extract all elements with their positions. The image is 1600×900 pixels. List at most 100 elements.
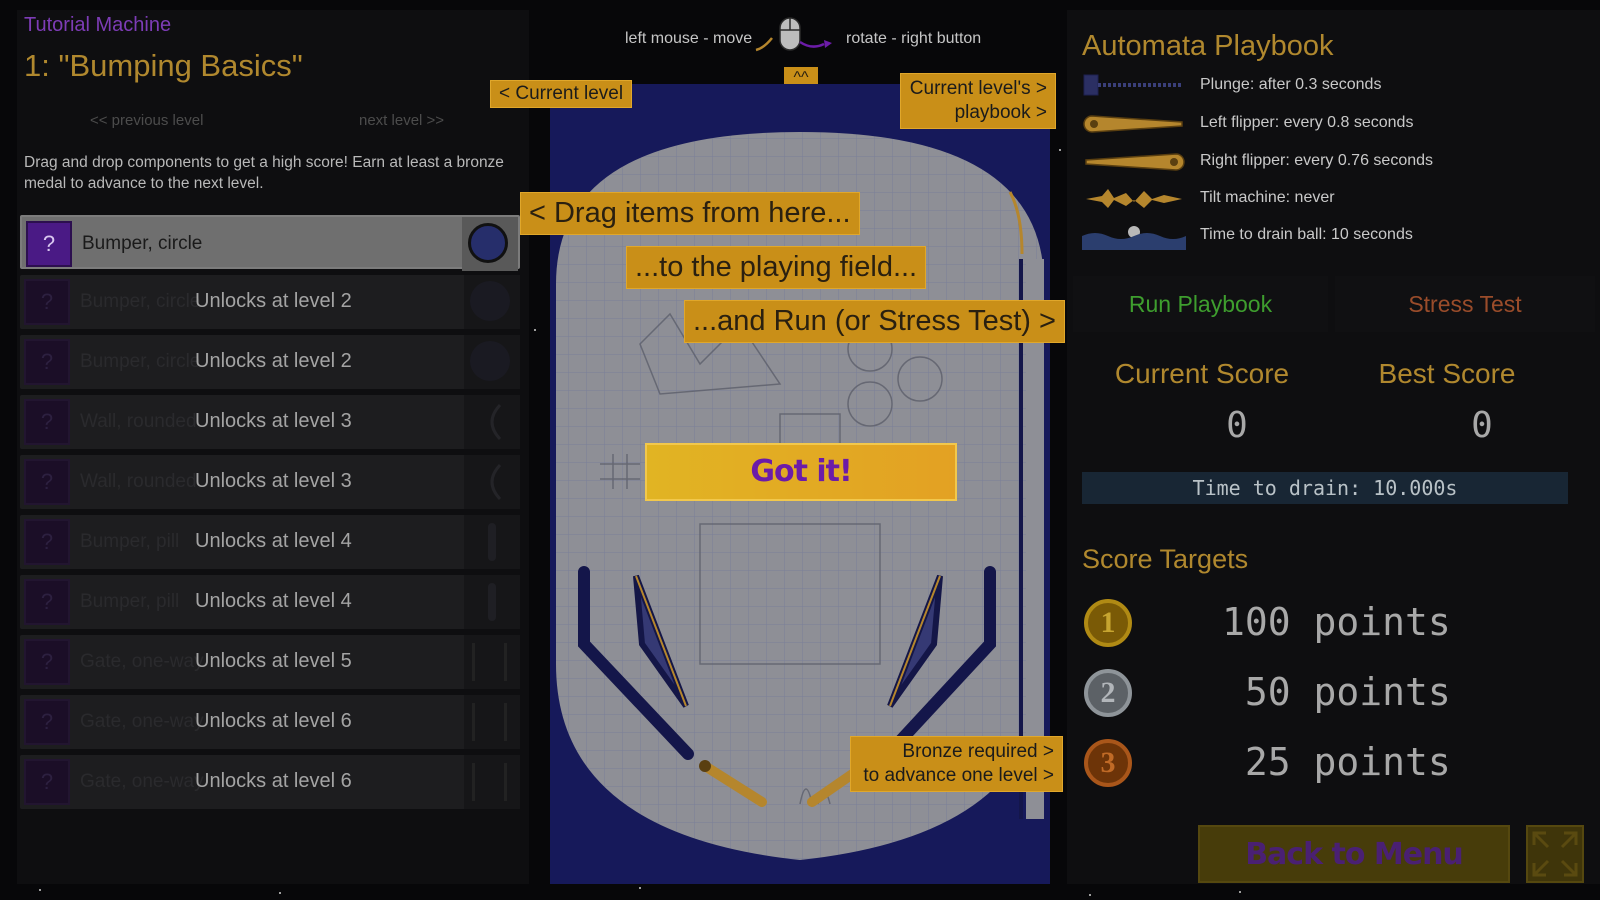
gold-medal-icon: 1 [1084,599,1132,647]
next-level-link[interactable]: next level >> [359,112,444,129]
unlock-text: Unlocks at level 2 [195,350,352,372]
unlock-text: Unlocks at level 4 [195,590,352,612]
gate-icon [472,763,507,801]
unknown-component-icon: ? [24,639,70,685]
component-name: Gate, one-way [80,651,204,672]
component-name: Wall, rounded [80,471,197,492]
bronze-hint-line-1: Bronze required > [902,741,1054,762]
unlock-text: Unlocks at level 3 [195,410,352,432]
unknown-component-icon: ? [24,759,70,805]
pill-bumper-icon [488,523,496,561]
component-name: Gate, one-way [80,711,204,732]
component-item-locked: ? Bumper, pill Unlocks at level 4 [20,515,520,569]
best-score-value: 0 [1471,405,1493,446]
unknown-component-icon: ? [24,699,70,745]
pill-bumper-icon [488,583,496,621]
component-name: Bumper, circle [80,291,201,312]
stress-test-button[interactable]: Stress Test [1335,276,1595,332]
unknown-component-icon: ? [24,399,70,445]
unknown-component-icon: ? [26,221,72,267]
playbook-hint: Current level's > playbook > [900,73,1056,129]
circle-bumper-icon [468,223,508,263]
component-preview [464,755,520,809]
component-preview [464,575,520,629]
component-preview [464,695,520,749]
unknown-component-icon: ? [24,519,70,565]
component-preview [464,395,520,449]
got-it-button[interactable]: Got it! [645,443,957,501]
machine-label: Tutorial Machine [24,14,172,36]
unlock-text: Unlocks at level 6 [195,710,352,732]
mouse-icon [755,17,832,52]
current-score-label: Current Score [1114,358,1290,389]
fullscreen-icon [1532,831,1578,877]
current-score-value: 0 [1226,405,1248,446]
circle-bumper-icon [470,281,510,321]
plunger-icon [1083,74,1182,96]
playbook-drain-text: Time to drain ball: 10 seconds [1200,226,1413,243]
playbook-left-flipper-text: Left flipper: every 0.8 seconds [1200,114,1414,131]
bronze-medal-icon: 3 [1084,739,1132,787]
unlock-text: Unlocks at level 6 [195,770,352,792]
best-score-label: Best Score [1378,358,1516,389]
playbook-title: Automata Playbook [1082,30,1334,62]
component-item-locked: ? Bumper, pill Unlocks at level 4 [20,575,520,629]
unknown-component-icon: ? [24,339,70,385]
right-mouse-hint: rotate - right button [846,30,982,47]
run-hint: ...and Run (or Stress Test) > [684,300,1065,343]
curved-wall-icon [490,463,502,501]
playbook-tilt-text: Tilt machine: never [1200,189,1335,206]
silver-target-points: 50 points [1222,670,1451,714]
unlock-text: Unlocks at level 3 [195,470,352,492]
component-name: Bumper, circle [82,233,203,254]
unknown-component-icon: ? [24,579,70,625]
right-flipper-icon [1085,153,1185,171]
bronze-hint: Bronze required > to advance one level > [850,736,1063,792]
left-flipper-icon [1083,115,1183,133]
component-item[interactable]: ? Bumper, circle [20,215,520,271]
circle-bumper-icon [470,341,510,381]
silver-medal-icon: 2 [1084,669,1132,717]
component-preview [464,515,520,569]
component-item-locked: ? Gate, one-way Unlocks at level 5 [20,635,520,689]
unknown-component-icon: ? [24,279,70,325]
tilt-icon [1086,189,1182,208]
curved-wall-icon [490,403,502,441]
level-title: 1: "Bumping Basics" [24,48,303,83]
plunger-lane [1026,259,1044,819]
component-preview [464,635,520,689]
current-level-hint: < Current level [490,80,633,108]
playbook-plunge-text: Plunge: after 0.3 seconds [1200,76,1382,93]
component-item-locked: ? Wall, rounded Unlocks at level 3 [20,395,520,449]
component-item-locked: ? Gate, one-way Unlocks at level 6 [20,695,520,749]
component-preview [462,217,518,271]
component-item-locked: ? Gate, one-way Unlocks at level 6 [20,755,520,809]
drag-items-hint: < Drag items from here... [520,192,860,235]
instructions-text: Drag and drop components to get a high s… [24,154,504,192]
bronze-target-points: 25 points [1222,740,1451,784]
component-name: Bumper, pill [80,591,180,612]
component-name: Wall, rounded [80,411,197,432]
component-preview [464,275,520,329]
unlock-text: Unlocks at level 2 [195,290,352,312]
drain-icon [1082,226,1186,250]
previous-level-link[interactable]: << previous level [90,112,203,129]
score-targets-title: Score Targets [1082,544,1249,574]
playbook-right-flipper-text: Right flipper: every 0.76 seconds [1200,152,1434,169]
bronze-hint-line-2: to advance one level > [863,765,1054,786]
playbook-hint-line-2: playbook > [954,102,1047,123]
component-name: Gate, one-way [80,771,204,792]
gold-target-points: 100 points [1222,600,1451,644]
component-name: Bumper, circle [80,351,201,372]
component-name: Bumper, pill [80,531,180,552]
fullscreen-button[interactable] [1526,825,1584,883]
playbook-hint-line-1: Current level's > [909,78,1047,99]
run-playbook-button[interactable]: Run Playbook [1073,276,1328,332]
unlock-text: Unlocks at level 5 [195,650,352,672]
component-item-locked: ? Wall, rounded Unlocks at level 3 [20,455,520,509]
unlock-text: Unlocks at level 4 [195,530,352,552]
playing-field-hint: ...to the playing field... [626,246,927,289]
unknown-component-icon: ? [24,459,70,505]
back-to-menu-button[interactable]: Back to Menu [1198,825,1510,883]
time-to-drain-bar: Time to drain: 10.000s [1082,472,1568,504]
